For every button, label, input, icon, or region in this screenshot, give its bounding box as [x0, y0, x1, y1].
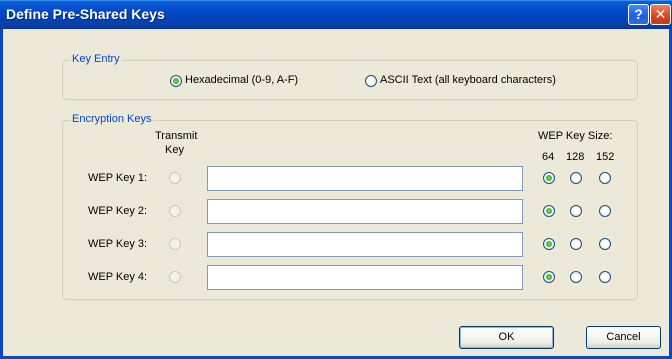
size-64-label: 64 [542, 151, 555, 163]
wep-key-2-size-64-radio[interactable] [543, 205, 555, 217]
wep-key-1-input[interactable] [207, 166, 523, 191]
wep-key-size-header: WEP Key Size: [538, 130, 613, 142]
wep-key-2-input[interactable] [207, 199, 523, 224]
close-button[interactable]: ✕ [650, 4, 671, 25]
encryption-keys-legend: Encryption Keys [70, 113, 154, 125]
transmit-header-line1: Transmit [155, 130, 198, 142]
wep-key-3-size-152-radio[interactable] [599, 238, 611, 250]
wep-key-4-size-128-radio[interactable] [570, 271, 582, 283]
title-bar: Define Pre-Shared Keys ? ✕ [0, 0, 672, 29]
encryption-keys-group: Encryption Keys Transmit Key WEP Key Siz… [62, 113, 638, 300]
key-entry-group: Key Entry Hexadecimal (0-9, A-F) ASCII T… [62, 53, 638, 100]
hexadecimal-label[interactable]: Hexadecimal (0-9, A-F) [185, 74, 298, 86]
wep-key-2-label: WEP Key 2: [88, 205, 148, 217]
ascii-text-radio[interactable] [365, 75, 377, 87]
wep-key-1-size-152-radio[interactable] [599, 172, 611, 184]
window-title: Define Pre-Shared Keys [6, 6, 165, 22]
wep-key-4-size-64-radio[interactable] [543, 271, 555, 283]
wep-key-2-size-128-radio[interactable] [570, 205, 582, 217]
wep-key-3-input[interactable] [207, 232, 523, 257]
wep-key-2-transmit-radio[interactable] [169, 205, 181, 217]
wep-key-3-size-64-radio[interactable] [543, 238, 555, 250]
wep-key-4-transmit-radio[interactable] [169, 271, 181, 283]
cancel-button[interactable]: Cancel [586, 326, 661, 349]
hexadecimal-radio[interactable] [170, 75, 182, 87]
wep-key-3-size-128-radio[interactable] [570, 238, 582, 250]
wep-key-1-size-128-radio[interactable] [570, 172, 582, 184]
ok-button[interactable]: OK [459, 326, 554, 349]
wep-key-1-label: WEP Key 1: [88, 172, 148, 184]
help-button[interactable]: ? [628, 4, 649, 25]
wep-key-3-transmit-radio[interactable] [169, 238, 181, 250]
transmit-header-line2: Key [165, 144, 184, 156]
wep-key-1-size-64-radio[interactable] [543, 172, 555, 184]
wep-key-2-size-152-radio[interactable] [599, 205, 611, 217]
wep-key-4-input[interactable] [207, 265, 523, 290]
size-152-label: 152 [596, 151, 615, 163]
wep-key-4-size-152-radio[interactable] [599, 271, 611, 283]
key-entry-legend: Key Entry [70, 53, 122, 65]
wep-key-3-label: WEP Key 3: [88, 238, 148, 250]
wep-key-4-label: WEP Key 4: [88, 271, 148, 283]
ascii-text-label[interactable]: ASCII Text (all keyboard characters) [380, 74, 556, 86]
wep-key-1-transmit-radio[interactable] [169, 172, 181, 184]
size-128-label: 128 [566, 151, 585, 163]
